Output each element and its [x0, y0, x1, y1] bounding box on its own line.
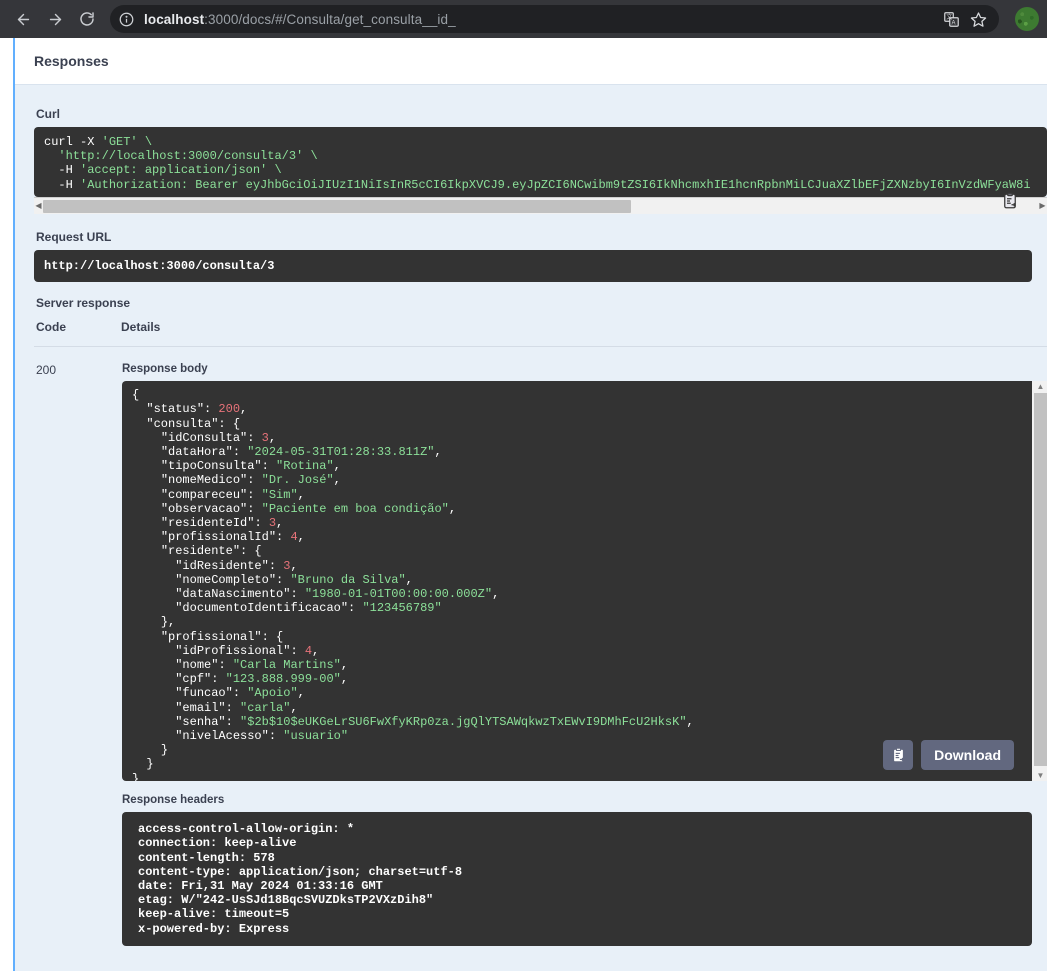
response-details: Response body { "status": 200, "consulta…: [121, 347, 1047, 947]
server-response-table: Code Details 200 Response body { "status…: [34, 320, 1047, 947]
address-host: localhost: [144, 11, 205, 27]
column-header-code: Code: [34, 320, 121, 348]
forward-icon[interactable]: [40, 4, 70, 34]
scroll-track[interactable]: [43, 198, 1038, 215]
curl-horizontal-scrollbar[interactable]: ◀ ▶: [34, 197, 1047, 214]
response-body-vertical-scrollbar[interactable]: ▲ ▼: [1032, 381, 1047, 782]
reload-icon[interactable]: [72, 4, 102, 34]
server-response-label: Server response: [36, 296, 131, 311]
scroll-thumb[interactable]: [43, 199, 631, 213]
site-info-icon[interactable]: [116, 9, 136, 29]
copy-response-icon[interactable]: [883, 740, 914, 771]
svg-text:A: A: [952, 20, 956, 26]
page-title: Responses: [34, 53, 109, 69]
scroll-right-arrow-icon[interactable]: ▶: [1038, 198, 1047, 215]
download-button[interactable]: Download: [921, 740, 1014, 771]
swagger-page: Responses Curl curl -X 'GET' \ 'http://l…: [0, 38, 1047, 971]
curl-code: curl -X 'GET' \ 'http://localhost:3000/c…: [34, 127, 1047, 197]
address-path: :3000/docs/#/Consulta/get_consulta__id_: [204, 11, 456, 27]
table-header-row: Code Details: [34, 320, 1047, 348]
scroll-left-arrow-icon[interactable]: ◀: [34, 198, 43, 215]
vertical-scroll-thumb[interactable]: [1034, 393, 1047, 767]
bookmark-star-icon[interactable]: [970, 11, 987, 28]
translate-icon[interactable]: 文A: [943, 11, 960, 28]
copy-curl-icon[interactable]: [999, 190, 1021, 212]
avatar[interactable]: [1015, 7, 1039, 31]
scroll-down-arrow-icon[interactable]: ▼: [1032, 770, 1047, 781]
address-bar-text: localhost:3000/docs/#/Consulta/get_consu…: [144, 12, 456, 27]
back-icon[interactable]: [8, 4, 38, 34]
curl-section: curl -X 'GET' \ 'http://localhost:3000/c…: [34, 127, 1047, 214]
response-body-code: { "status": 200, "consulta": { "idConsul…: [122, 381, 1032, 782]
response-body-container: { "status": 200, "consulta": { "idConsul…: [122, 381, 1047, 782]
address-bar[interactable]: localhost:3000/docs/#/Consulta/get_consu…: [110, 5, 999, 33]
scroll-up-arrow-icon[interactable]: ▲: [1032, 381, 1047, 392]
response-code: 200: [36, 363, 57, 378]
live-responses-panel: Curl curl -X 'GET' \ 'http://localhost:3…: [15, 84, 1047, 971]
svg-text:文: 文: [946, 13, 952, 21]
opblock-get-consulta: Responses Curl curl -X 'GET' \ 'http://l…: [13, 38, 1047, 971]
browser-toolbar: localhost:3000/docs/#/Consulta/get_consu…: [0, 0, 1047, 38]
response-body-label: Response body: [122, 363, 208, 376]
response-headers-code: access-control-allow-origin: * connectio…: [122, 812, 1032, 946]
request-url-label: Request URL: [36, 230, 112, 244]
curl-label: Curl: [36, 107, 60, 121]
response-body-actions: Download: [883, 740, 1014, 771]
request-url-value: http://localhost:3000/consulta/3: [34, 250, 1032, 283]
table-row: 200 Response body { "status": 200, "cons…: [34, 347, 1047, 947]
responses-header: Responses: [15, 38, 1047, 84]
response-headers-label: Response headers: [122, 794, 225, 807]
column-header-details: Details: [121, 320, 1047, 348]
